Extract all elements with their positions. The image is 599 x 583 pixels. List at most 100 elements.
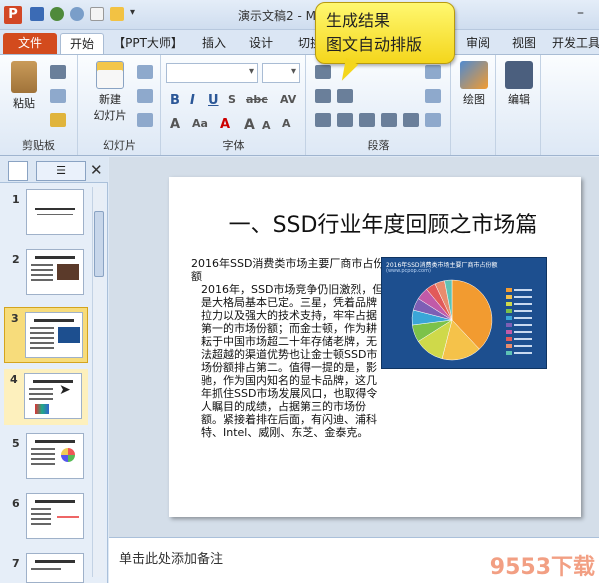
font-size-combo[interactable] [262, 63, 300, 83]
align-left-icon[interactable] [315, 113, 331, 127]
binoculars-icon [505, 61, 533, 89]
slide-title[interactable]: 一、SSD行业年度回顾之市场篇 [203, 207, 563, 239]
layout-icon[interactable] [137, 65, 153, 79]
align-right-icon[interactable] [359, 113, 375, 127]
bold-icon[interactable]: B [170, 93, 180, 108]
new-slide-icon [96, 61, 124, 89]
slide-number: 1 [12, 193, 20, 206]
slide-number: 2 [12, 253, 20, 266]
new-file-icon[interactable] [90, 7, 104, 21]
font-group-label: 字体 [222, 139, 245, 152]
slide-thumbnail[interactable] [26, 189, 84, 235]
slide[interactable]: 一、SSD行业年度回顾之市场篇 2016年SSD消费类市场主要厂商市占份额 20… [169, 177, 581, 517]
decrease-indent-icon[interactable] [315, 89, 331, 103]
align-center-icon[interactable] [337, 113, 353, 127]
market-share-image[interactable]: 2016年SSD消费类市场主要厂商市占份额 (www.pcpop.com) [381, 257, 547, 369]
strikethrough-icon[interactable]: abc [246, 93, 268, 106]
drawing-button[interactable]: 绘图 [456, 61, 492, 107]
font-family-combo[interactable] [166, 63, 258, 83]
grow-font-icon[interactable]: A [244, 117, 255, 133]
cut-icon[interactable] [50, 65, 66, 79]
convert-smartart-icon[interactable] [425, 89, 441, 103]
char-spacing-icon[interactable]: AV [280, 93, 296, 106]
legend-swatch [506, 337, 512, 341]
notes-pane[interactable]: 单击此处添加备注 9553下载 [109, 537, 599, 583]
slides-pane-header: ☰ ✕ [0, 157, 108, 183]
font-color-icon[interactable]: A [220, 117, 230, 132]
ribbon: 粘贴 剪贴板 新建 幻灯片 幻灯片 B I U S abc AV A Aa A … [0, 54, 599, 156]
distribute-icon[interactable] [403, 113, 419, 127]
close-icon[interactable]: ✕ [90, 161, 103, 179]
tab-ppt-master[interactable]: 【PPT大师】 [112, 33, 184, 54]
reset-icon[interactable] [137, 89, 153, 103]
slide-thumbnail[interactable] [26, 493, 84, 539]
text-direction-icon[interactable] [425, 65, 441, 79]
slide-thumbnail-row[interactable]: 5 [0, 433, 92, 489]
tab-view[interactable]: 视图 [506, 33, 542, 54]
legend-label-placeholder [514, 310, 532, 312]
legend-label-placeholder [514, 331, 532, 333]
change-case-icon[interactable]: Aa [192, 117, 208, 130]
slide-thumbnail[interactable]: ➤ [24, 373, 82, 419]
clear-format-icon[interactable]: A [282, 117, 291, 130]
italic-icon[interactable]: I [190, 93, 195, 108]
customize-qat-icon[interactable]: ▾ [130, 7, 138, 21]
slide-thumbnail-row[interactable]: 1 [0, 189, 92, 245]
slides-tab[interactable] [8, 161, 28, 181]
minimize-icon[interactable]: – [577, 6, 591, 20]
copy-icon[interactable] [50, 89, 66, 103]
legend-label-placeholder [514, 289, 532, 291]
format-painter-icon[interactable] [50, 113, 66, 127]
bullets-icon[interactable] [315, 65, 331, 79]
slide-thumbnail-selected[interactable] [25, 312, 83, 358]
tab-design[interactable]: 设计 [243, 33, 279, 54]
callout-line-1: 生成结果 [326, 11, 391, 30]
slide-thumbnail-row[interactable]: 7 [0, 553, 92, 583]
slide-thumbnail-row[interactable]: 2 [0, 249, 92, 305]
slide-thumbnail-row[interactable]: 4 ➤ [4, 369, 88, 425]
tab-insert[interactable]: 插入 [196, 33, 232, 54]
legend-label-placeholder [514, 317, 532, 319]
tab-home[interactable]: 开始 [60, 33, 104, 54]
increase-indent-icon[interactable] [337, 89, 353, 103]
scrollbar-thumb[interactable] [94, 211, 104, 277]
slide-thumbnail-row-selected[interactable]: 3 [4, 307, 88, 363]
slide-thumbnail-row[interactable]: 6 [0, 493, 92, 549]
text-effect-icon[interactable]: A [170, 117, 180, 132]
section-icon[interactable] [137, 113, 153, 127]
editing-button[interactable]: 编辑 [501, 61, 537, 107]
powerpoint-app-icon[interactable]: P [4, 6, 22, 24]
undo-icon[interactable] [50, 7, 64, 21]
font-group: B I U S abc AV A Aa A A A A 字体 [162, 55, 306, 155]
clipboard-group: 粘贴 剪贴板 [0, 55, 78, 155]
underline-icon[interactable]: U [208, 93, 219, 108]
slide-thumbnail[interactable] [26, 553, 84, 583]
justify-icon[interactable] [381, 113, 397, 127]
outline-tab[interactable]: ☰ [36, 161, 86, 181]
legend-label-placeholder [514, 303, 532, 305]
paste-label: 粘贴 [13, 97, 35, 110]
notes-placeholder[interactable]: 单击此处添加备注 [119, 548, 223, 567]
slide-thumbnail[interactable] [26, 249, 84, 295]
new-slide-button[interactable]: 新建 幻灯片 [87, 61, 133, 123]
window-title: 演示文稿2 - Mi [238, 9, 320, 23]
tab-developer[interactable]: 开发工具 [552, 33, 599, 54]
open-folder-icon[interactable] [110, 7, 124, 21]
legend-swatch [506, 344, 512, 348]
paste-button[interactable]: 粘贴 [6, 61, 42, 111]
slide-thumbnail[interactable] [26, 433, 84, 479]
save-icon[interactable] [30, 7, 44, 21]
shadow-icon[interactable]: S [228, 93, 236, 106]
columns-icon[interactable] [425, 113, 441, 127]
redo-icon[interactable] [70, 7, 84, 21]
pie-chart-image [411, 279, 532, 361]
tab-review[interactable]: 审阅 [460, 33, 496, 54]
new-slide-label-1: 新建 [99, 93, 121, 106]
tab-file[interactable]: 文件 [3, 33, 57, 54]
editing-group: 编辑 [497, 55, 541, 155]
slide-body-text[interactable]: 2016年SSD消费类市场主要厂商市占份额 2016年，SSD市场竞争仍旧激烈，… [191, 257, 387, 439]
shrink-font-icon[interactable]: A [262, 119, 271, 132]
slide-number: 3 [11, 312, 19, 325]
slides-pane-scrollbar[interactable] [92, 187, 104, 577]
legend-swatch [506, 323, 512, 327]
